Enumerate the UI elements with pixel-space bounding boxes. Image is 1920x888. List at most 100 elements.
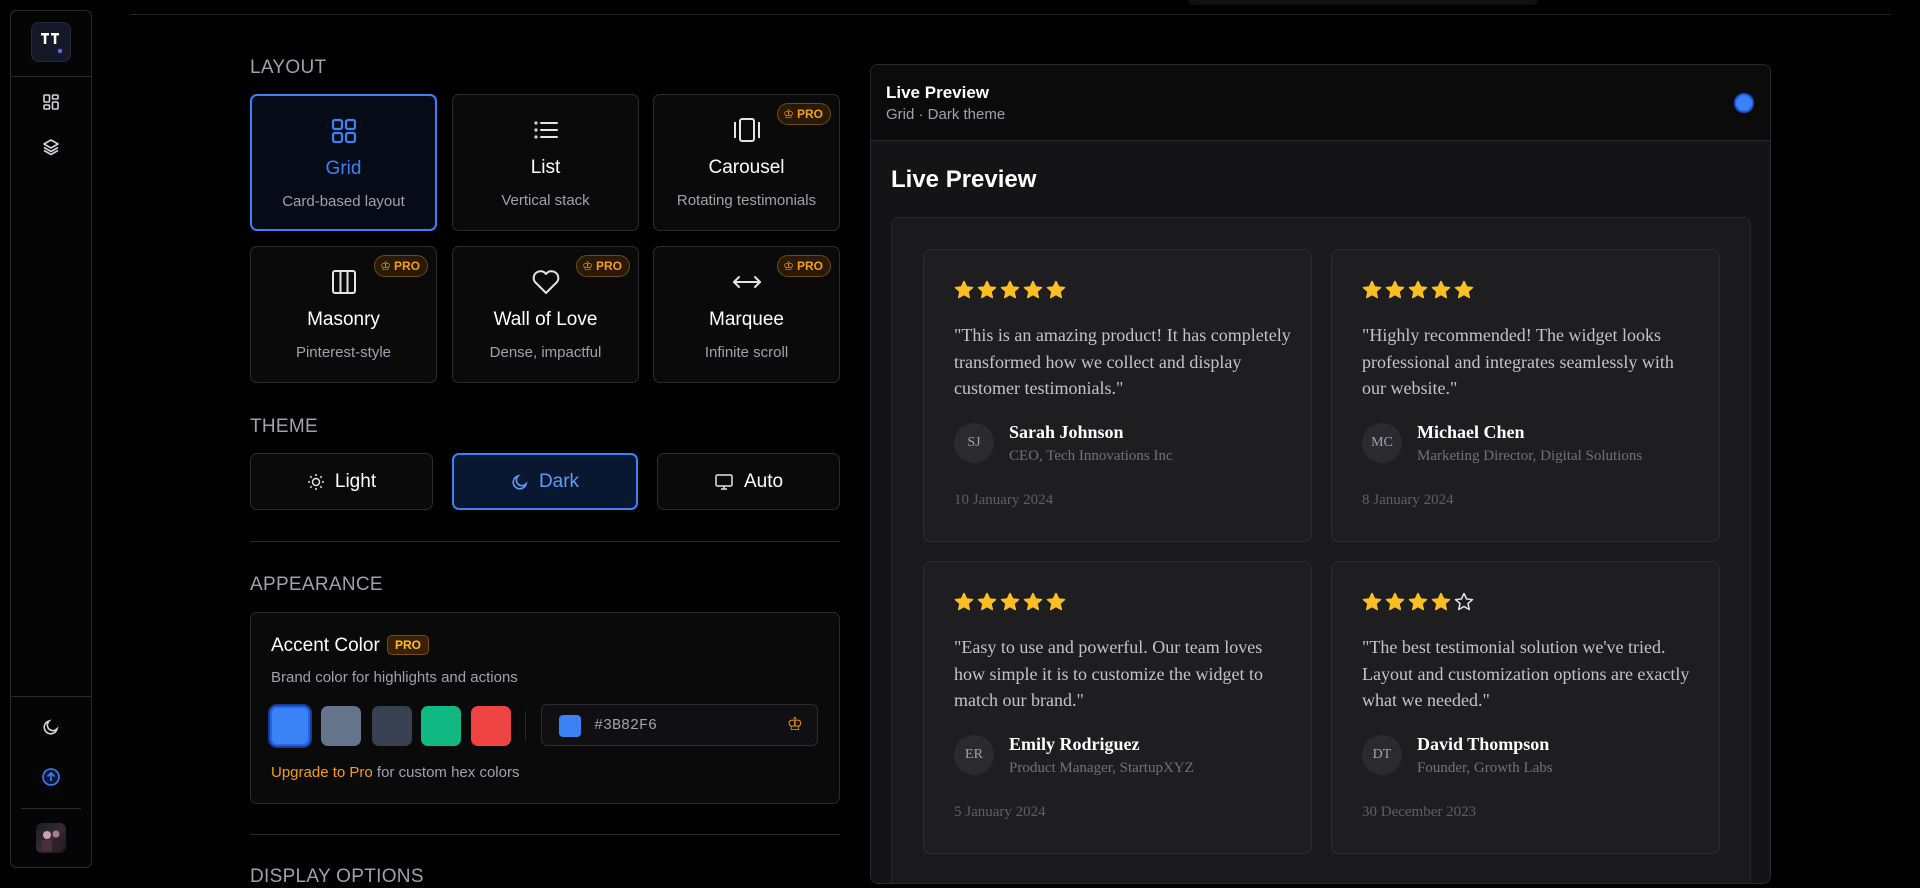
- layout-option-list[interactable]: List Vertical stack: [452, 94, 639, 231]
- author-role: CEO, Tech Innovations Inc: [1009, 448, 1173, 464]
- heart-icon: [453, 267, 638, 297]
- testimonial-card: "Easy to use and powerful. Our team love…: [923, 561, 1312, 854]
- appearance-section-title: APPEARANCE: [250, 574, 383, 595]
- sidebar-divider: [11, 76, 91, 77]
- sidebar: [10, 10, 92, 868]
- layout-option-carousel[interactable]: ♔ PRO Carousel Rotating testimonials: [653, 94, 840, 231]
- preview-canvas: "This is an amazing product! It has comp…: [891, 217, 1751, 883]
- masonry-icon: [251, 267, 436, 297]
- layout-option-title: Masonry: [307, 309, 380, 330]
- avatar[interactable]: [36, 823, 66, 853]
- layout-option-title: List: [530, 157, 561, 178]
- app-logo[interactable]: [31, 22, 71, 62]
- testimonial-date: 10 January 2024: [954, 492, 1054, 508]
- arrows-horizontal-icon: [654, 267, 839, 297]
- accent-pro-badge: PRO: [387, 635, 430, 655]
- live-preview-panel: Live Preview Grid · Dark theme Live Prev…: [870, 64, 1771, 884]
- logo-icon: [41, 33, 63, 54]
- theme-light-button[interactable]: Light: [250, 453, 433, 510]
- star-filled-icon: [1408, 592, 1428, 611]
- layout-option-marquee[interactable]: ♔ PRO Marquee Infinite scroll: [653, 246, 840, 383]
- preview-title: Live Preview: [891, 166, 1037, 193]
- author-name: Sarah Johnson: [1009, 422, 1124, 442]
- star-filled-icon: [1431, 592, 1451, 611]
- star-rating: [1362, 592, 1474, 612]
- accent-color-description: Brand color for highlights and actions: [271, 669, 518, 686]
- sun-icon: [307, 473, 324, 490]
- accent-indicator: [1734, 93, 1754, 113]
- layout-option-title: Grid: [325, 158, 362, 179]
- list-icon: [453, 115, 638, 145]
- theme-dark-button[interactable]: Dark: [452, 453, 638, 510]
- avatar: ER: [954, 735, 994, 775]
- author-name: David Thompson: [1417, 734, 1550, 754]
- layout-section-title: LAYOUT: [250, 57, 327, 78]
- star-filled-icon: [1431, 280, 1451, 299]
- layout-option-subtitle: Dense, impactful: [489, 344, 602, 361]
- layout-option-subtitle: Infinite scroll: [704, 344, 789, 361]
- star-filled-icon: [1385, 592, 1405, 611]
- moon-icon: [512, 473, 528, 490]
- star-filled-icon: [1454, 280, 1474, 299]
- preview-header-subtitle: Grid · Dark theme: [886, 106, 1006, 123]
- star-filled-icon: [1046, 280, 1066, 299]
- star-filled-icon: [977, 592, 997, 611]
- testimonial-date: 8 January 2024: [1362, 492, 1454, 508]
- star-filled-icon: [1362, 592, 1382, 611]
- layers-icon[interactable]: [40, 136, 62, 158]
- layout-option-title: Carousel: [708, 157, 785, 178]
- star-rating: [954, 592, 1066, 612]
- section-divider: [250, 541, 840, 542]
- layout-option-title: Wall of Love: [493, 309, 598, 330]
- layout-option-subtitle: Pinterest-style: [295, 344, 392, 361]
- star-filled-icon: [1000, 592, 1020, 611]
- layout-option-subtitle: Vertical stack: [501, 192, 590, 209]
- star-rating: [954, 280, 1066, 300]
- grid-icon: [252, 116, 435, 146]
- upgrade-link[interactable]: Upgrade to Pro: [271, 764, 373, 781]
- testimonial-date: 30 December 2023: [1362, 804, 1477, 820]
- swatch-slate[interactable]: [321, 706, 361, 746]
- hex-color-input[interactable]: #3B82F6 ♔: [541, 704, 818, 746]
- hex-color-preview: [559, 715, 581, 737]
- swatch-divider: [525, 711, 526, 741]
- testimonial-quote: "The best testimonial solution we've tri…: [1362, 637, 1690, 710]
- theme-section-title: THEME: [250, 416, 318, 437]
- upgrade-icon[interactable]: [40, 766, 62, 788]
- swatch-gray[interactable]: [372, 706, 412, 746]
- testimonial-card: "Highly recommended! The widget looks pr…: [1331, 249, 1720, 542]
- testimonial-quote: "This is an amazing product! It has comp…: [954, 325, 1291, 398]
- preview-header-title: Live Preview: [886, 83, 990, 102]
- testimonial-quote: "Easy to use and powerful. Our team love…: [954, 637, 1263, 710]
- star-filled-icon: [1408, 280, 1428, 299]
- dashboard-icon[interactable]: [40, 91, 62, 113]
- testimonial-date: 5 January 2024: [954, 804, 1046, 820]
- star-filled-icon: [1385, 280, 1405, 299]
- testimonial-card: "This is an amazing product! It has comp…: [923, 249, 1312, 542]
- author-name: Michael Chen: [1417, 422, 1525, 442]
- testimonial-quote: "Highly recommended! The widget looks pr…: [1362, 325, 1674, 398]
- swatch-blue[interactable]: [270, 706, 310, 746]
- layout-option-grid[interactable]: Grid Card-based layout: [250, 94, 437, 231]
- author-role: Founder, Growth Labs: [1417, 760, 1553, 776]
- section-divider: [250, 834, 840, 835]
- top-bar-element: [1188, 0, 1538, 5]
- star-rating: [1362, 280, 1474, 300]
- avatar: DT: [1362, 735, 1402, 775]
- layout-option-masonry[interactable]: ♔ PRO Masonry Pinterest-style: [250, 246, 437, 383]
- accent-color-title: Accent Color: [271, 635, 380, 656]
- theme-label: Light: [334, 470, 377, 492]
- layout-option-subtitle: Rotating testimonials: [676, 192, 817, 209]
- monitor-icon: [715, 473, 733, 490]
- star-filled-icon: [1046, 592, 1066, 611]
- author-role: Product Manager, StartupXYZ: [1009, 760, 1194, 776]
- layout-option-wall-of-love[interactable]: ♔ PRO Wall of Love Dense, impactful: [452, 246, 639, 383]
- moon-icon[interactable]: [40, 716, 62, 738]
- theme-label: Dark: [538, 470, 580, 492]
- star-filled-icon: [954, 592, 974, 611]
- theme-auto-button[interactable]: Auto: [657, 453, 840, 510]
- testimonial-card: "The best testimonial solution we've tri…: [1331, 561, 1720, 854]
- swatch-red[interactable]: [471, 706, 511, 746]
- star-filled-icon: [1023, 592, 1043, 611]
- swatch-green[interactable]: [421, 706, 461, 746]
